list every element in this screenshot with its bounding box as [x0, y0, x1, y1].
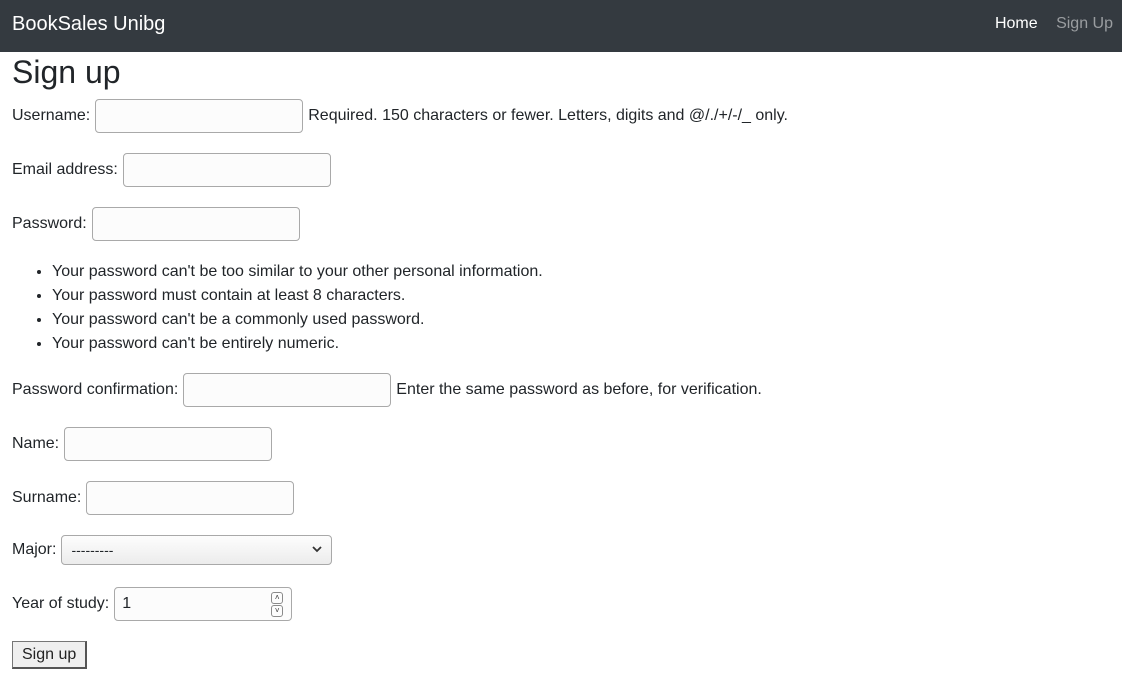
password-rule: Your password can't be entirely numeric.: [52, 332, 543, 356]
password-confirmation-input[interactable]: [183, 373, 392, 407]
name-label: Name:: [12, 435, 60, 452]
year-spinner[interactable]: ˄ ˅: [271, 592, 284, 617]
password-row: Password:: [12, 207, 300, 241]
password-confirmation-row: Password confirmation: Enter the same pa…: [12, 373, 762, 407]
year-of-study-input[interactable]: 1 ˄ ˅: [114, 587, 293, 621]
surname-input[interactable]: [86, 481, 295, 515]
nav-home-link[interactable]: Home: [995, 15, 1038, 32]
email-row: Email address:: [12, 153, 331, 187]
password-rule: Your password can't be a commonly used p…: [52, 308, 543, 332]
password-rule: Your password can't be too similar to yo…: [52, 260, 543, 284]
major-label: Major:: [12, 541, 57, 558]
name-row: Name:: [12, 427, 273, 461]
password-input[interactable]: [91, 207, 300, 241]
nav-links: Home Sign Up: [981, 15, 1113, 33]
nav-signup-link[interactable]: Sign Up: [1056, 15, 1113, 32]
username-row: Username: Required. 150 characters or fe…: [12, 99, 788, 133]
email-input[interactable]: [122, 153, 331, 187]
page-title: Sign up: [12, 54, 121, 90]
username-label: Username:: [12, 107, 91, 124]
major-row: Major: ---------: [12, 533, 333, 567]
chevron-down-icon: [312, 546, 323, 553]
username-help-text: Required. 150 characters or fewer. Lette…: [308, 107, 788, 124]
brand-link[interactable]: BookSales Unibg: [12, 13, 165, 36]
name-input[interactable]: [64, 427, 273, 461]
major-selected-value: ---------: [71, 542, 114, 558]
year-of-study-row: Year of study: 1 ˄ ˅: [12, 587, 293, 621]
surname-label: Surname:: [12, 489, 82, 506]
year-of-study-label: Year of study:: [12, 595, 110, 612]
username-input[interactable]: [95, 99, 304, 133]
spinner-up-icon[interactable]: ˄: [271, 592, 284, 604]
password-rule: Your password must contain at least 8 ch…: [52, 284, 543, 308]
sign-up-button[interactable]: Sign up: [12, 641, 88, 669]
major-select[interactable]: ---------: [61, 535, 333, 565]
password-label: Password:: [12, 215, 87, 232]
surname-row: Surname:: [12, 481, 295, 515]
spinner-down-icon[interactable]: ˅: [271, 605, 284, 617]
navbar: BookSales Unibg Home Sign Up: [0, 0, 1122, 52]
password-confirmation-label: Password confirmation:: [12, 381, 179, 398]
email-label: Email address:: [12, 161, 118, 178]
password-confirmation-help-text: Enter the same password as before, for v…: [396, 381, 762, 398]
year-of-study-value: 1: [122, 595, 132, 612]
password-rules-list: Your password can't be too similar to yo…: [12, 260, 543, 356]
